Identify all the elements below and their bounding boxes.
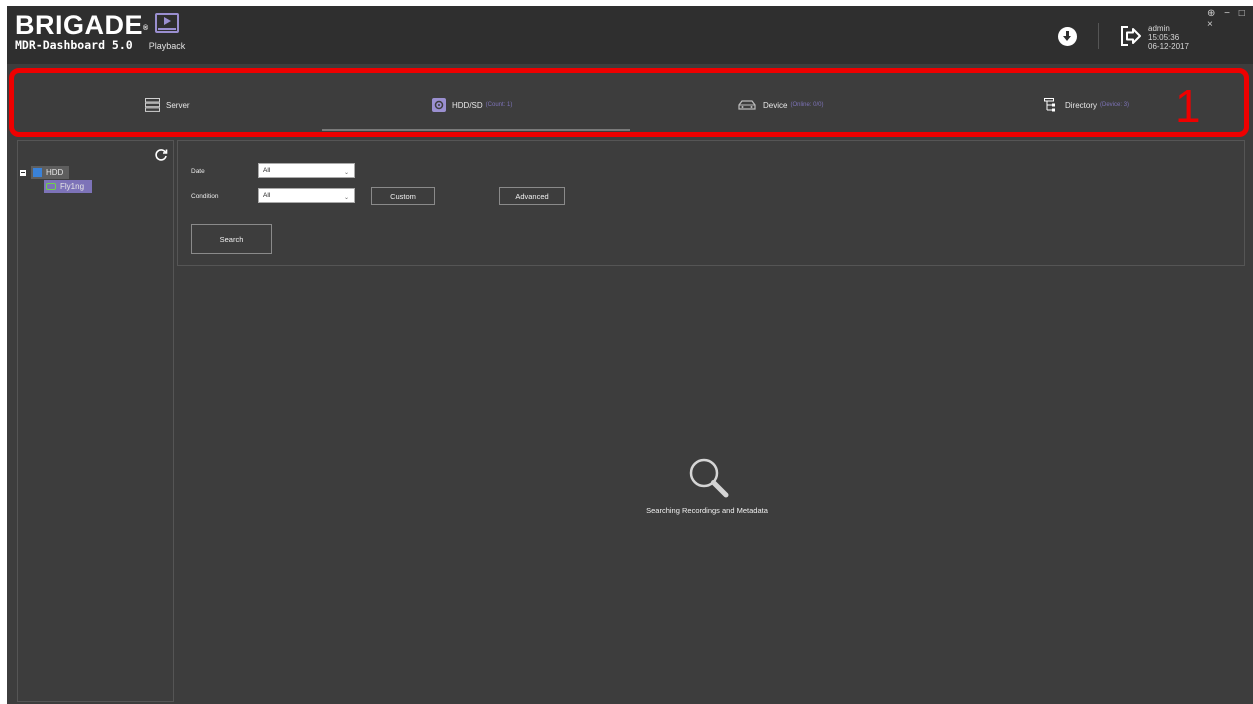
tree-node-device[interactable]: Fly1ng — [44, 180, 93, 193]
app-window: BRIGADE® MDR-Dashboard 5.0 Playback admi… — [7, 6, 1253, 704]
tree-node-device-label: Fly1ng — [60, 182, 85, 191]
tree-node-hdd-label: HDD — [46, 168, 64, 177]
advanced-button[interactable]: Advanced — [499, 187, 565, 205]
pin-icon[interactable]: ⊕ — [1207, 8, 1218, 19]
minimize-icon[interactable]: − — [1224, 8, 1233, 19]
search-filter-panel: Date All ⌄ Condition All ⌄ Custom Advanc… — [177, 140, 1245, 266]
playback-button[interactable]: Playback — [147, 13, 187, 51]
header-divider — [1098, 23, 1099, 49]
tree-node-hdd[interactable]: HDD — [31, 166, 70, 179]
condition-select[interactable]: All ⌄ — [258, 188, 355, 203]
product-name: MDR-Dashboard 5.0 — [15, 38, 133, 52]
user-name: admin — [1148, 24, 1170, 33]
user-time: 15:05:36 — [1148, 33, 1180, 42]
maximize-icon[interactable]: □ — [1239, 8, 1248, 19]
chevron-down-icon: ⌄ — [343, 195, 349, 201]
chevron-down-icon: ⌄ — [343, 170, 349, 176]
window-controls: ⊕ − □ × — [1207, 8, 1253, 30]
search-icon — [689, 458, 729, 498]
condition-select-value: All — [263, 192, 271, 199]
tree-root-hdd: HDD — [20, 166, 70, 179]
vehicle-icon — [46, 183, 56, 190]
close-icon[interactable]: × — [1207, 19, 1216, 30]
brand-name: BRIGADE — [15, 10, 144, 40]
date-select-value: All — [263, 167, 271, 174]
custom-button[interactable]: Custom — [371, 187, 435, 205]
download-icon[interactable] — [1058, 27, 1077, 46]
date-select[interactable]: All ⌄ — [258, 163, 355, 178]
annotation-number: 1 — [1175, 80, 1201, 132]
device-tree-panel: HDD Fly1ng — [17, 140, 174, 702]
user-info: admin 15:05:36 06-12-2017 — [1148, 24, 1189, 51]
empty-state-message: Searching Recordings and Metadata — [646, 506, 768, 515]
refresh-icon[interactable] — [154, 148, 168, 162]
hdd-icon — [33, 168, 42, 177]
collapse-icon[interactable] — [20, 169, 26, 176]
playback-label: Playback — [148, 41, 186, 51]
date-label: Date — [191, 168, 205, 175]
logout-icon[interactable] — [1118, 24, 1142, 48]
search-button[interactable]: Search — [191, 224, 272, 254]
brand-logo: BRIGADE® MDR-Dashboard 5.0 — [15, 11, 149, 51]
user-date: 06-12-2017 — [1148, 42, 1189, 51]
condition-label: Condition — [191, 193, 219, 200]
annotation-highlight-box — [9, 68, 1249, 137]
playback-icon — [155, 13, 179, 33]
title-bar: BRIGADE® MDR-Dashboard 5.0 Playback admi… — [7, 6, 1253, 64]
